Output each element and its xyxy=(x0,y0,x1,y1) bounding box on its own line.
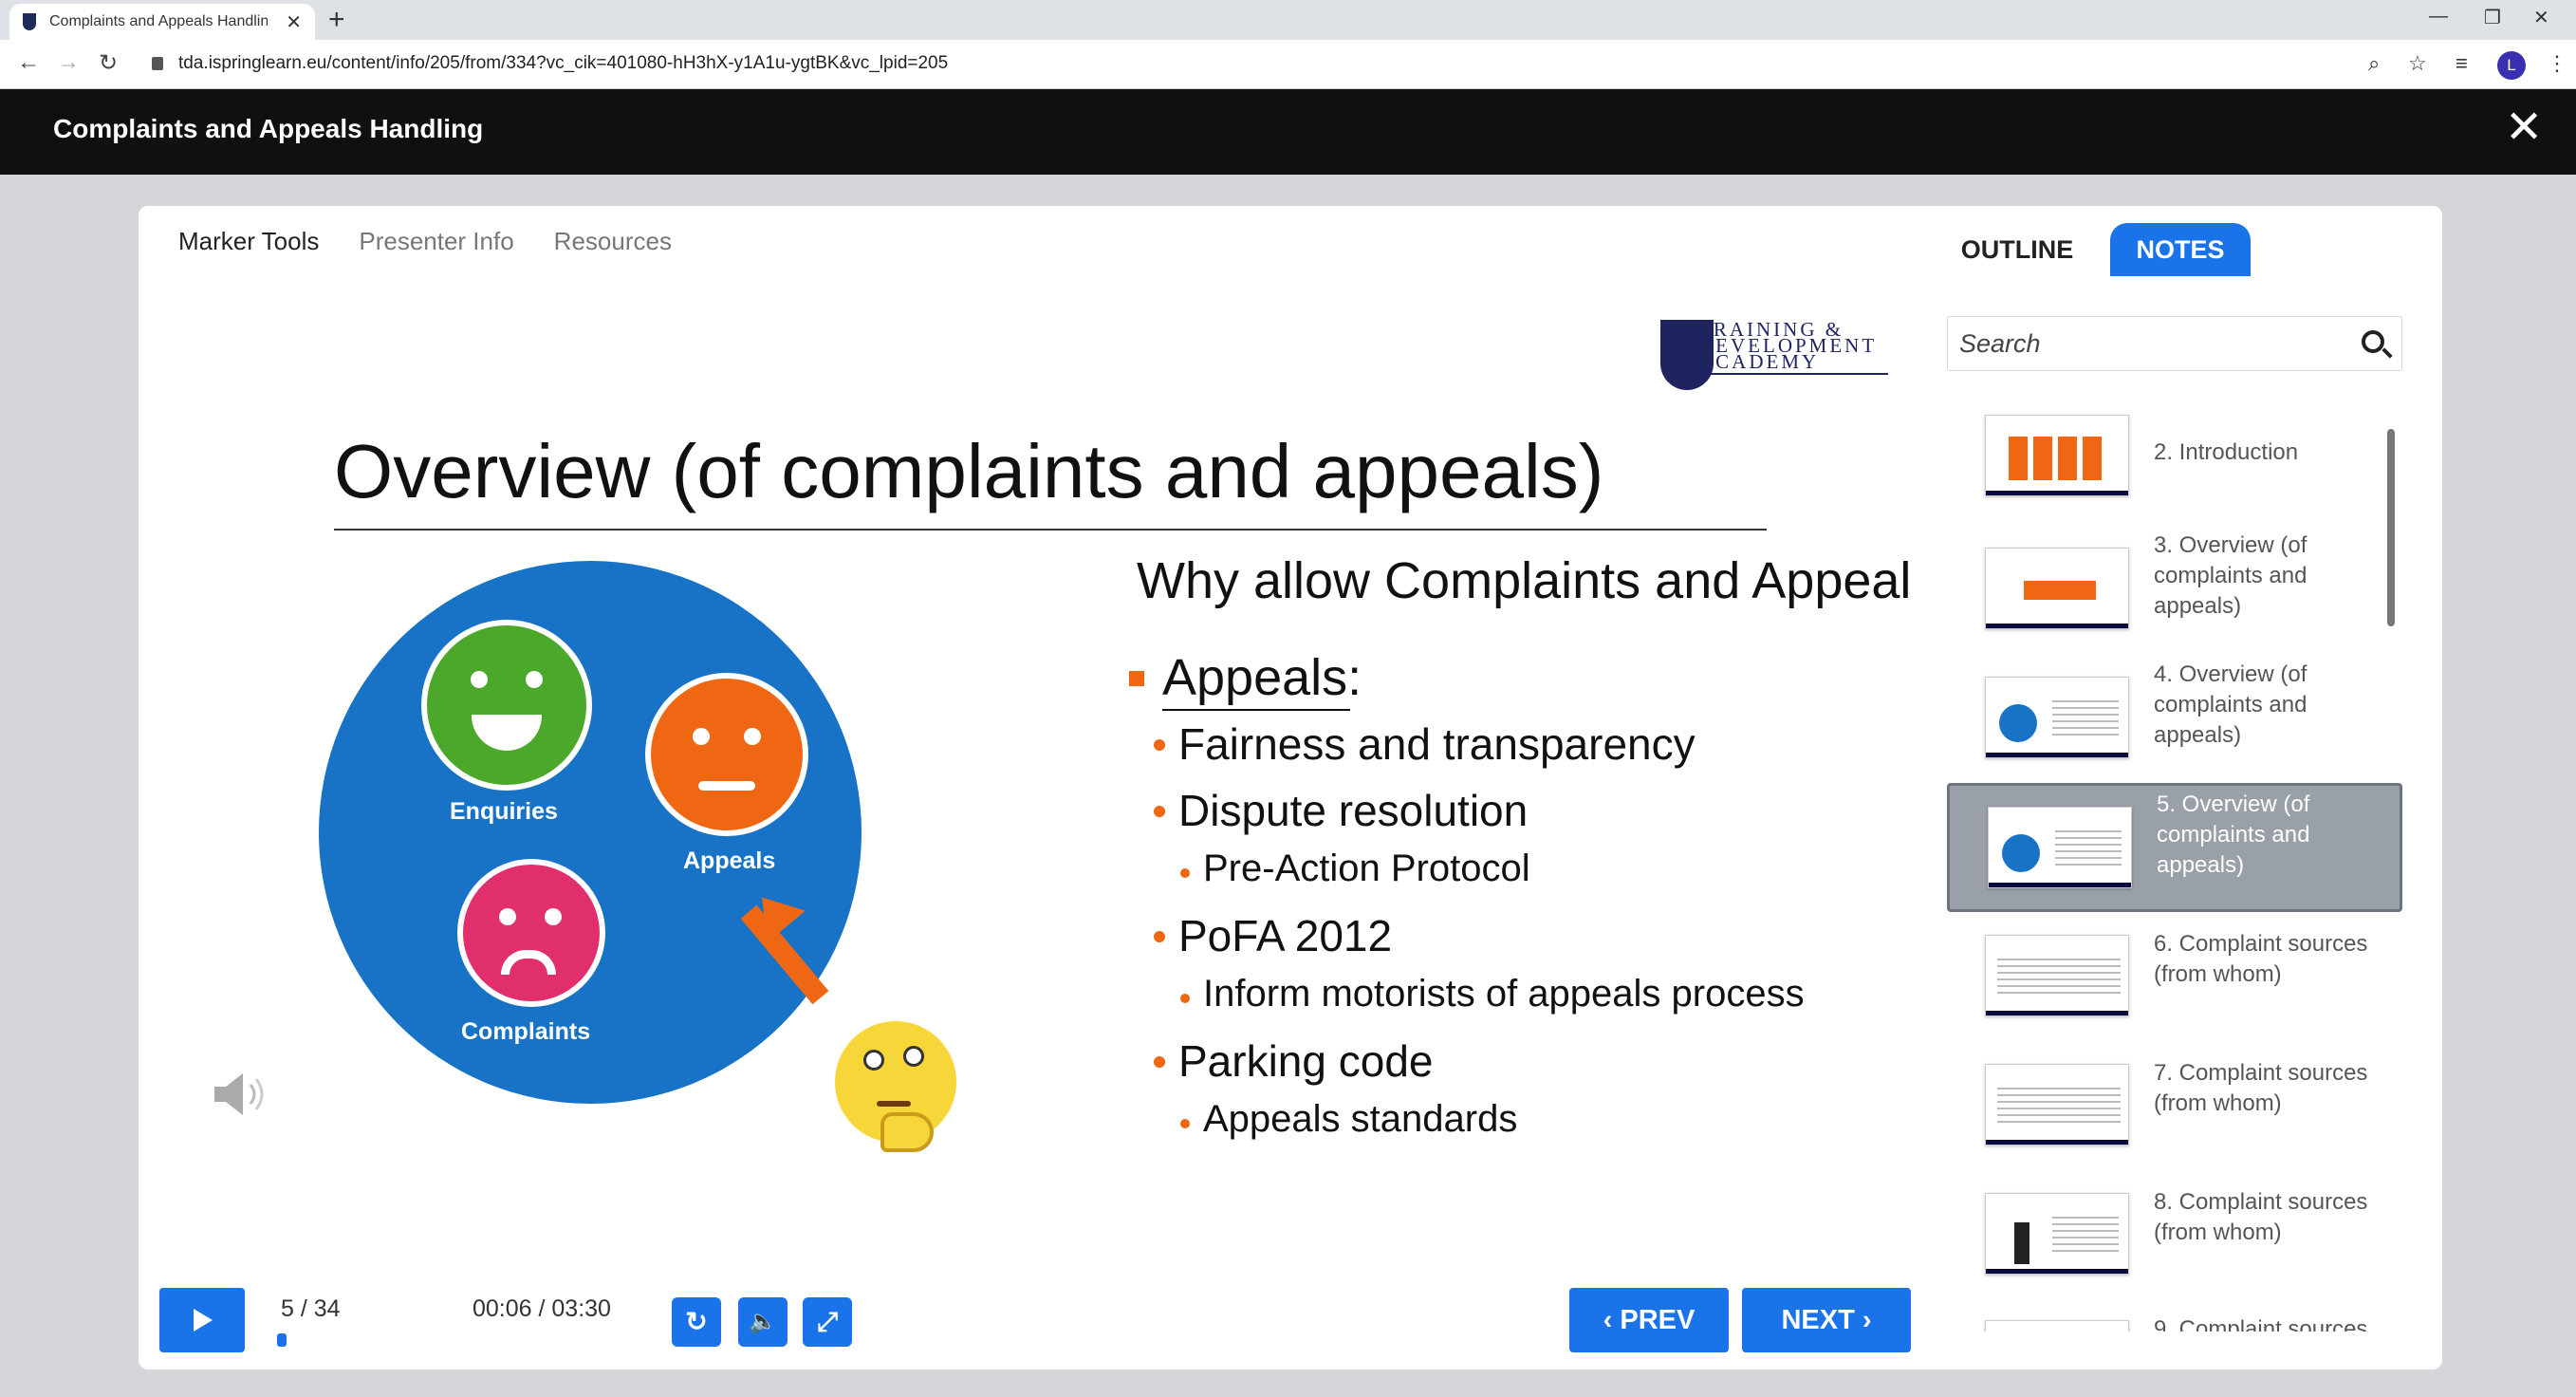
outline-item[interactable]: 4. Overview (of complaints and appeals) xyxy=(1947,654,2402,783)
bullet-appeals: Appeals: xyxy=(1162,649,1362,706)
outline-item-label: 3. Overview (of complaints and appeals) xyxy=(2154,532,2307,619)
outline-item-label: 8. Complaint sources (from whom) xyxy=(2154,1189,2368,1245)
bullet-dispute: Dispute resolution xyxy=(1178,786,1529,835)
tab-outline[interactable]: OUTLINE xyxy=(1951,223,2084,276)
slide-canvas: TRAINING & DEVELOPMENT ACADEMY Overview … xyxy=(159,286,1911,1189)
sad-face-icon xyxy=(457,859,605,1007)
bullet-parking: Parking code xyxy=(1178,1036,1434,1086)
slide-thumbnail xyxy=(1985,415,2129,496)
course-title: Complaints and Appeals Handling xyxy=(53,114,484,143)
outline-item-label: 6. Complaint sources (from whom) xyxy=(2154,931,2368,987)
tab-notes[interactable]: NOTES xyxy=(2110,223,2251,276)
tab-title: Complaints and Appeals Handlin xyxy=(49,13,268,29)
browser-tabstrip: Complaints and Appeals Handlin ✕ + — ❐ ✕ xyxy=(0,0,2576,40)
bullet-standards: Appeals standards xyxy=(1203,1098,1518,1140)
search-input[interactable] xyxy=(1959,326,2339,361)
outline-item[interactable]: 3. Overview (of complaints and appeals) xyxy=(1947,525,2402,654)
outline-item[interactable]: 9. Complaint sources xyxy=(1947,1299,2402,1332)
slide-thumbnail xyxy=(1985,1064,2129,1146)
slide-counter: 5 / 34 xyxy=(281,1295,341,1322)
outline-item[interactable]: 6. Complaint sources (from whom) xyxy=(1947,912,2402,1041)
volume-button[interactable]: 🔈 xyxy=(738,1297,788,1347)
outline-item[interactable]: 2. Introduction xyxy=(1947,396,2402,525)
close-player-icon[interactable]: ✕ xyxy=(2505,104,2543,152)
logo-text: TRAINING & DEVELOPMENT ACADEMY xyxy=(1698,318,1878,373)
progress-thumb[interactable] xyxy=(277,1333,287,1347)
replay-button[interactable]: ↻ xyxy=(672,1297,721,1347)
restore-icon[interactable]: ❐ xyxy=(2484,6,2501,29)
label-enquiries: Enquiries xyxy=(450,798,558,825)
play-icon xyxy=(194,1309,213,1332)
player-card: Marker Tools Presenter Info Resources TR… xyxy=(139,206,2442,1369)
volume-icon: 🔈 xyxy=(749,1309,777,1334)
outline-item-selected[interactable]: 5. Overview (of complaints and appeals) xyxy=(1947,783,2402,912)
menu-resources[interactable]: Resources xyxy=(554,227,672,256)
profile-avatar[interactable]: L xyxy=(2497,51,2526,80)
url-field[interactable]: tda.ispringlearn.eu/content/info/205/fro… xyxy=(178,53,948,74)
speaker-icon[interactable] xyxy=(207,1066,283,1123)
outline-list: 2. Introduction 3. Overview (of complain… xyxy=(1947,396,2412,1332)
zoom-icon[interactable]: ⌕ xyxy=(2368,51,2380,76)
fullscreen-button[interactable]: ⤢ xyxy=(803,1297,852,1347)
browser-tab[interactable]: Complaints and Appeals Handlin ✕ xyxy=(9,4,315,40)
label-complaints: Complaints xyxy=(461,1018,591,1045)
chevron-right-icon: › xyxy=(1854,1305,1872,1335)
bullet-pre-action: Pre-Action Protocol xyxy=(1203,848,1530,889)
next-button[interactable]: NEXT › xyxy=(1742,1288,1911,1352)
menu-marker-tools[interactable]: Marker Tools xyxy=(178,227,319,256)
academy-logo: TRAINING & DEVELOPMENT ACADEMY xyxy=(1660,320,1888,396)
slide-thumbnail xyxy=(1985,1193,2129,1275)
bookmark-star-icon[interactable]: ☆ xyxy=(2408,51,2427,76)
menu-presenter-info[interactable]: Presenter Info xyxy=(359,227,513,256)
slide-subheading: Why allow Complaints and Appeals? xyxy=(1137,552,1911,609)
outline-item-label: 2. Introduction xyxy=(2154,439,2299,465)
thinking-face-icon xyxy=(835,1021,956,1152)
slide-thumbnail xyxy=(1985,548,2129,629)
slide-thumbnail xyxy=(1988,807,2132,888)
prev-button[interactable]: ‹ PREV xyxy=(1569,1288,1729,1352)
outline-item-label: 5. Overview (of complaints and appeals) xyxy=(2157,792,2310,878)
play-button[interactable] xyxy=(159,1288,245,1352)
bullet-inform: Inform motorists of appeals process xyxy=(1203,973,1805,1015)
slide-thumbnail xyxy=(1985,935,2129,1016)
outline-item[interactable]: 7. Complaint sources (from whom) xyxy=(1947,1041,2402,1170)
player-header: Complaints and Appeals Handling ✕ xyxy=(0,89,2576,175)
label-appeals: Appeals xyxy=(683,848,776,874)
fullscreen-icon: ⤢ xyxy=(816,1307,839,1336)
bullet-fairness: Fairness and transparency xyxy=(1178,719,1696,769)
happy-face-icon xyxy=(421,620,592,791)
outline-item-label: 9. Complaint sources xyxy=(2154,1316,2368,1332)
outline-item[interactable]: 8. Complaint sources (from whom) xyxy=(1947,1170,2402,1299)
minimize-icon[interactable]: — xyxy=(2429,6,2448,28)
outline-item-label: 4. Overview (of complaints and appeals) xyxy=(2154,661,2307,748)
outline-item-label: 7. Complaint sources (from whom) xyxy=(2154,1060,2368,1116)
close-window-icon[interactable]: ✕ xyxy=(2533,6,2549,29)
neutral-face-icon xyxy=(645,673,808,836)
slide-thumbnail xyxy=(1985,1320,2129,1332)
back-icon[interactable]: ← xyxy=(17,49,40,76)
reading-list-icon[interactable]: ≡ xyxy=(2456,51,2468,76)
replay-icon: ↻ xyxy=(685,1307,708,1336)
close-tab-icon[interactable]: ✕ xyxy=(286,10,302,34)
title-divider xyxy=(334,529,1767,531)
address-bar: ← → ↻ tda.ispringlearn.eu/content/info/2… xyxy=(0,40,2576,89)
top-menu: Marker Tools Presenter Info Resources xyxy=(178,227,672,256)
reload-icon[interactable]: ↻ xyxy=(99,49,118,77)
lock-icon xyxy=(152,57,163,70)
time-display: 00:06 / 03:30 xyxy=(473,1295,611,1322)
search-box xyxy=(1947,316,2402,371)
forward-icon[interactable]: → xyxy=(57,49,80,76)
chevron-left-icon: ‹ xyxy=(1603,1305,1621,1335)
slide-thumbnail xyxy=(1985,677,2129,758)
outline-scrollbar[interactable] xyxy=(2387,429,2395,626)
slide-title: Overview (of complaints and appeals) xyxy=(334,429,1604,513)
new-tab-button[interactable]: + xyxy=(328,4,345,36)
bullet-pofa: PoFA 2012 xyxy=(1178,911,1393,960)
favicon-icon xyxy=(23,13,36,30)
browser-menu-icon[interactable]: ⋮ xyxy=(2547,51,2567,76)
search-icon[interactable] xyxy=(2362,330,2384,353)
